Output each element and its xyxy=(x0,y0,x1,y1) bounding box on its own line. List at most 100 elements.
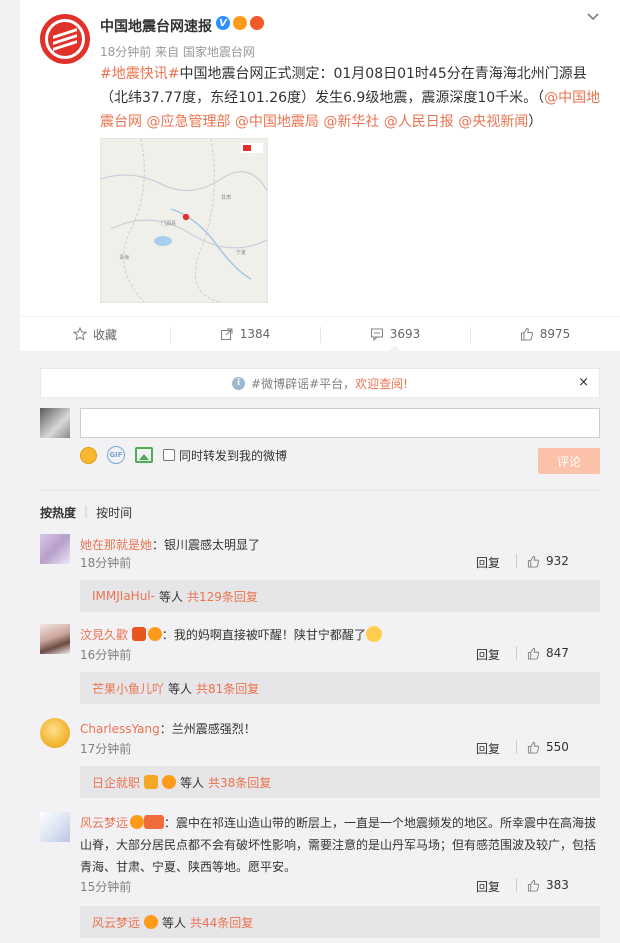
medal-icon[interactable] xyxy=(233,16,247,30)
comment-time: 17分钟前 xyxy=(80,742,132,756)
vip-badge-icon xyxy=(144,775,159,789)
reply-author[interactable]: 风云梦远 xyxy=(92,914,140,931)
share-icon xyxy=(220,328,233,340)
reply-mid: 等人 xyxy=(162,915,187,930)
commenter-avatar[interactable] xyxy=(40,718,70,748)
reply-summary[interactable]: IMMJIaHul- 等人 共129条回复 xyxy=(80,580,600,612)
emoji-icon[interactable] xyxy=(80,446,97,464)
reply-author[interactable]: 日企就职 xyxy=(92,774,140,791)
sort-hot-tab[interactable]: 按热度 xyxy=(40,504,76,521)
topic-link[interactable]: #地震快讯# xyxy=(100,66,179,82)
my-avatar[interactable] xyxy=(40,408,70,438)
commenter-avatar[interactable] xyxy=(40,812,70,842)
verified-icon[interactable]: V xyxy=(216,16,230,30)
reply-count-link[interactable]: 共44条回复 xyxy=(190,914,253,931)
comment-item: 汶見久歡 ：我的妈啊直接被吓醒！陕甘宁都醒了 16分钟前 回复 847 芒果小鱼… xyxy=(40,624,600,706)
forward-checkbox[interactable] xyxy=(163,449,175,461)
comment-item: 她在那就是她：银川震感太明显了 18分钟前 回复 932 IMMJIaHul- … xyxy=(40,534,600,614)
chevron-down-icon[interactable] xyxy=(586,10,600,24)
comment-like-count: 550 xyxy=(546,740,569,754)
reply-author[interactable]: IMMJIaHul- xyxy=(92,589,155,603)
reply-count-link[interactable]: 共129条回复 xyxy=(187,588,258,605)
reply-button[interactable]: 回复 xyxy=(476,740,500,757)
comment-section: i #微博辟谣#平台， 欢迎查阅! × GIF 同时转发到我的微博 评论 按热度 xyxy=(20,352,620,943)
comment-like-count: 932 xyxy=(546,554,569,568)
comment-like-button[interactable]: 383 xyxy=(516,878,569,892)
composer-tools: GIF 同时转发到我的微博 xyxy=(80,446,287,464)
favorite-button[interactable]: 收藏 xyxy=(20,317,170,351)
medal-icon xyxy=(147,627,162,641)
reply-mid: 等人 xyxy=(168,681,193,696)
forward-option: 同时转发到我的微博 xyxy=(163,447,287,464)
seismo-logo-icon xyxy=(45,19,85,59)
comment-like-count: 383 xyxy=(546,878,569,892)
gif-icon[interactable]: GIF xyxy=(107,446,125,464)
comment-text: 风云梦远 ：震中在祁连山造山带的断层上，一直是一个地震频发的地区。所幸震中在高海拔… xyxy=(80,812,600,878)
reply-summary[interactable]: 芒果小鱼儿吖 等人 共81条回复 xyxy=(80,672,600,704)
repost-count: 1384 xyxy=(239,327,271,341)
forward-label: 同时转发到我的微博 xyxy=(179,448,288,463)
page-margin xyxy=(0,0,20,943)
comment-content: ：我的妈啊直接被吓醒！陕甘宁都醒了 xyxy=(161,628,366,642)
commenter-name[interactable]: 汶見久歡 xyxy=(80,628,128,642)
thumbs-up-icon xyxy=(527,741,540,754)
commenter-name[interactable]: 她在那就是她 xyxy=(80,538,152,552)
comment-like-button[interactable]: 550 xyxy=(516,740,569,754)
comment-time: 16分钟前 xyxy=(80,648,132,662)
reply-author[interactable]: 芒果小鱼儿吖 xyxy=(92,680,164,697)
svg-text:甘肃: 甘肃 xyxy=(221,194,231,201)
post-meta: 18分钟前 来自 国家地震台网 xyxy=(100,45,255,59)
separator xyxy=(516,878,517,892)
like-count: 8975 xyxy=(539,327,571,341)
weibo-page: 中国地震台网速报 V 18分钟前 来自 国家地震台网 #地震快讯#中国地震台网正… xyxy=(0,0,620,943)
comment-button[interactable]: 3693 xyxy=(320,317,470,352)
separator xyxy=(516,646,517,660)
comment-content: ：银川震感太明显了 xyxy=(152,538,261,552)
reply-button[interactable]: 回复 xyxy=(476,646,500,663)
post-text: #地震快讯#中国地震台网正式测定：01月08日01时45分在青海海北州门源县（北… xyxy=(100,62,608,134)
separator xyxy=(516,740,517,754)
author-avatar[interactable] xyxy=(40,14,90,64)
submit-comment-button[interactable]: 评论 xyxy=(538,448,600,474)
comment-text: 她在那就是她：银川震感太明显了 xyxy=(80,534,600,556)
author-name[interactable]: 中国地震台网速报 xyxy=(100,16,212,36)
comment-content: ：兰州震感强烈！ xyxy=(159,722,256,736)
reply-summary[interactable]: 日企就职 等人 共38条回复 xyxy=(80,766,600,798)
medal-icon xyxy=(162,775,177,789)
info-icon: i xyxy=(232,376,246,390)
comment-count: 3693 xyxy=(389,327,421,341)
reply-count-link[interactable]: 共81条回复 xyxy=(196,680,259,697)
rumor-notice: i #微博辟谣#平台， 欢迎查阅! × xyxy=(40,368,600,398)
reply-summary[interactable]: 风云梦远 等人 共44条回复 xyxy=(80,906,600,938)
image-icon[interactable] xyxy=(135,447,153,463)
divider xyxy=(40,490,600,491)
reply-button[interactable]: 回复 xyxy=(476,878,500,895)
commenter-avatar[interactable] xyxy=(40,534,70,564)
earthquake-map-image[interactable]: 门源县 青海 甘肃 宁夏 xyxy=(100,138,268,303)
commenter-name[interactable]: 风云梦远 xyxy=(80,816,128,830)
horn-medal-icon[interactable] xyxy=(250,16,264,30)
medal-icon xyxy=(144,915,159,929)
reply-mid: 等人 xyxy=(158,589,183,604)
reply-button[interactable]: 回复 xyxy=(476,554,500,571)
post-body-end: ） xyxy=(528,114,543,130)
comment-time: 15分钟前 xyxy=(80,880,132,894)
close-icon[interactable]: × xyxy=(578,375,589,390)
notice-link[interactable]: 欢迎查阅! xyxy=(355,375,408,392)
like-button[interactable]: 8975 xyxy=(470,317,620,351)
svg-text:宁夏: 宁夏 xyxy=(236,249,246,256)
comment-like-button[interactable]: 847 xyxy=(516,646,569,660)
reply-mid: 等人 xyxy=(180,775,205,790)
commenter-avatar[interactable] xyxy=(40,624,70,654)
post-card: 中国地震台网速报 V 18分钟前 来自 国家地震台网 #地震快讯#中国地震台网正… xyxy=(20,0,620,943)
crying-emoji-icon xyxy=(365,626,382,642)
sort-time-tab[interactable]: 按时间 xyxy=(96,504,132,521)
favorite-label: 收藏 xyxy=(92,327,117,342)
comment-input[interactable] xyxy=(80,408,600,438)
repost-button[interactable]: 1384 xyxy=(170,317,320,351)
comment-like-button[interactable]: 932 xyxy=(516,554,569,568)
sort-separator: | xyxy=(84,504,89,518)
reply-count-link[interactable]: 共38条回复 xyxy=(208,774,271,791)
commenter-name[interactable]: CharlessYang xyxy=(80,722,160,736)
comment-item: 风云梦远 ：震中在祁连山造山带的断层上，一直是一个地震频发的地区。所幸震中在高海拔… xyxy=(40,812,600,938)
